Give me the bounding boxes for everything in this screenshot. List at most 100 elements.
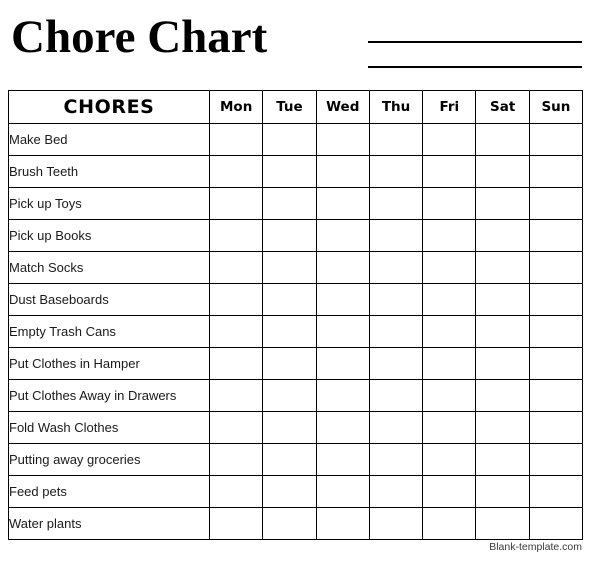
check-cell-sat[interactable] xyxy=(475,219,530,252)
check-cell-sun[interactable] xyxy=(528,219,584,252)
check-cell-fri[interactable] xyxy=(422,187,477,220)
check-cell-sat[interactable] xyxy=(475,123,530,156)
check-cell-fri[interactable] xyxy=(422,379,477,412)
check-cell-tue[interactable] xyxy=(262,379,317,412)
check-cell-fri[interactable] xyxy=(422,475,477,508)
check-cell-wed[interactable] xyxy=(315,507,370,540)
check-cell-mon[interactable] xyxy=(208,219,264,252)
check-cell-mon[interactable] xyxy=(208,347,264,380)
chore-name-cell: Put Clothes Away in Drawers xyxy=(8,379,210,412)
check-cell-sun[interactable] xyxy=(528,123,584,156)
check-cell-wed[interactable] xyxy=(315,283,370,316)
check-cell-tue[interactable] xyxy=(262,187,317,220)
check-cell-wed[interactable] xyxy=(315,155,370,188)
check-cell-wed[interactable] xyxy=(315,251,370,284)
check-cell-sat[interactable] xyxy=(475,187,530,220)
check-cell-mon[interactable] xyxy=(208,155,264,188)
check-cell-wed[interactable] xyxy=(315,475,370,508)
check-cell-mon[interactable] xyxy=(208,123,264,156)
check-cell-fri[interactable] xyxy=(422,507,477,540)
check-cell-thu[interactable] xyxy=(368,507,424,540)
check-cell-fri[interactable] xyxy=(422,283,477,316)
check-cell-fri[interactable] xyxy=(422,123,477,156)
check-cell-sun[interactable] xyxy=(528,347,584,380)
check-cell-mon[interactable] xyxy=(208,443,264,476)
check-cell-sun[interactable] xyxy=(528,475,584,508)
check-cell-tue[interactable] xyxy=(262,219,317,252)
check-cell-fri[interactable] xyxy=(422,411,477,444)
check-cell-sat[interactable] xyxy=(475,507,530,540)
check-cell-wed[interactable] xyxy=(315,219,370,252)
check-cell-wed[interactable] xyxy=(315,379,370,412)
chore-name-cell: Brush Teeth xyxy=(8,155,210,188)
chore-name-cell: Empty Trash Cans xyxy=(8,315,210,348)
check-cell-thu[interactable] xyxy=(368,283,424,316)
check-cell-thu[interactable] xyxy=(368,443,424,476)
check-cell-mon[interactable] xyxy=(208,283,264,316)
day-header-tue: Tue xyxy=(262,90,317,124)
check-cell-thu[interactable] xyxy=(368,187,424,220)
check-cell-thu[interactable] xyxy=(368,251,424,284)
check-cell-sat[interactable] xyxy=(475,251,530,284)
check-cell-sun[interactable] xyxy=(528,283,584,316)
check-cell-wed[interactable] xyxy=(315,315,370,348)
check-cell-sat[interactable] xyxy=(475,443,530,476)
check-cell-thu[interactable] xyxy=(368,123,424,156)
check-cell-fri[interactable] xyxy=(422,315,477,348)
check-cell-fri[interactable] xyxy=(422,251,477,284)
table-row: Pick up Books xyxy=(8,219,584,252)
check-cell-sat[interactable] xyxy=(475,411,530,444)
check-cell-sat[interactable] xyxy=(475,155,530,188)
check-cell-wed[interactable] xyxy=(315,443,370,476)
check-cell-sun[interactable] xyxy=(528,187,584,220)
check-cell-tue[interactable] xyxy=(262,315,317,348)
check-cell-thu[interactable] xyxy=(368,315,424,348)
check-cell-mon[interactable] xyxy=(208,411,264,444)
check-cell-tue[interactable] xyxy=(262,283,317,316)
check-cell-sun[interactable] xyxy=(528,155,584,188)
check-cell-tue[interactable] xyxy=(262,411,317,444)
check-cell-sun[interactable] xyxy=(528,379,584,412)
write-in-line-1[interactable] xyxy=(368,41,582,43)
check-cell-sat[interactable] xyxy=(475,379,530,412)
check-cell-tue[interactable] xyxy=(262,443,317,476)
check-cell-wed[interactable] xyxy=(315,187,370,220)
check-cell-tue[interactable] xyxy=(262,251,317,284)
check-cell-tue[interactable] xyxy=(262,123,317,156)
table-row: Match Socks xyxy=(8,251,584,284)
check-cell-sun[interactable] xyxy=(528,443,584,476)
check-cell-tue[interactable] xyxy=(262,475,317,508)
check-cell-mon[interactable] xyxy=(208,379,264,412)
check-cell-sat[interactable] xyxy=(475,283,530,316)
check-cell-mon[interactable] xyxy=(208,251,264,284)
check-cell-sun[interactable] xyxy=(528,315,584,348)
check-cell-fri[interactable] xyxy=(422,347,477,380)
check-cell-fri[interactable] xyxy=(422,219,477,252)
check-cell-sat[interactable] xyxy=(475,347,530,380)
check-cell-thu[interactable] xyxy=(368,411,424,444)
write-in-line-2[interactable] xyxy=(368,66,582,68)
check-cell-tue[interactable] xyxy=(262,155,317,188)
check-cell-tue[interactable] xyxy=(262,347,317,380)
check-cell-mon[interactable] xyxy=(208,315,264,348)
check-cell-sun[interactable] xyxy=(528,507,584,540)
check-cell-fri[interactable] xyxy=(422,155,477,188)
check-cell-tue[interactable] xyxy=(262,507,317,540)
check-cell-fri[interactable] xyxy=(422,443,477,476)
check-cell-thu[interactable] xyxy=(368,219,424,252)
table-row: Fold Wash Clothes xyxy=(8,411,584,444)
check-cell-sat[interactable] xyxy=(475,475,530,508)
check-cell-thu[interactable] xyxy=(368,475,424,508)
check-cell-thu[interactable] xyxy=(368,155,424,188)
check-cell-sat[interactable] xyxy=(475,315,530,348)
check-cell-wed[interactable] xyxy=(315,347,370,380)
check-cell-wed[interactable] xyxy=(315,411,370,444)
check-cell-mon[interactable] xyxy=(208,507,264,540)
check-cell-mon[interactable] xyxy=(208,475,264,508)
check-cell-thu[interactable] xyxy=(368,347,424,380)
check-cell-sun[interactable] xyxy=(528,251,584,284)
check-cell-mon[interactable] xyxy=(208,187,264,220)
check-cell-sun[interactable] xyxy=(528,411,584,444)
check-cell-wed[interactable] xyxy=(315,123,370,156)
check-cell-thu[interactable] xyxy=(368,379,424,412)
